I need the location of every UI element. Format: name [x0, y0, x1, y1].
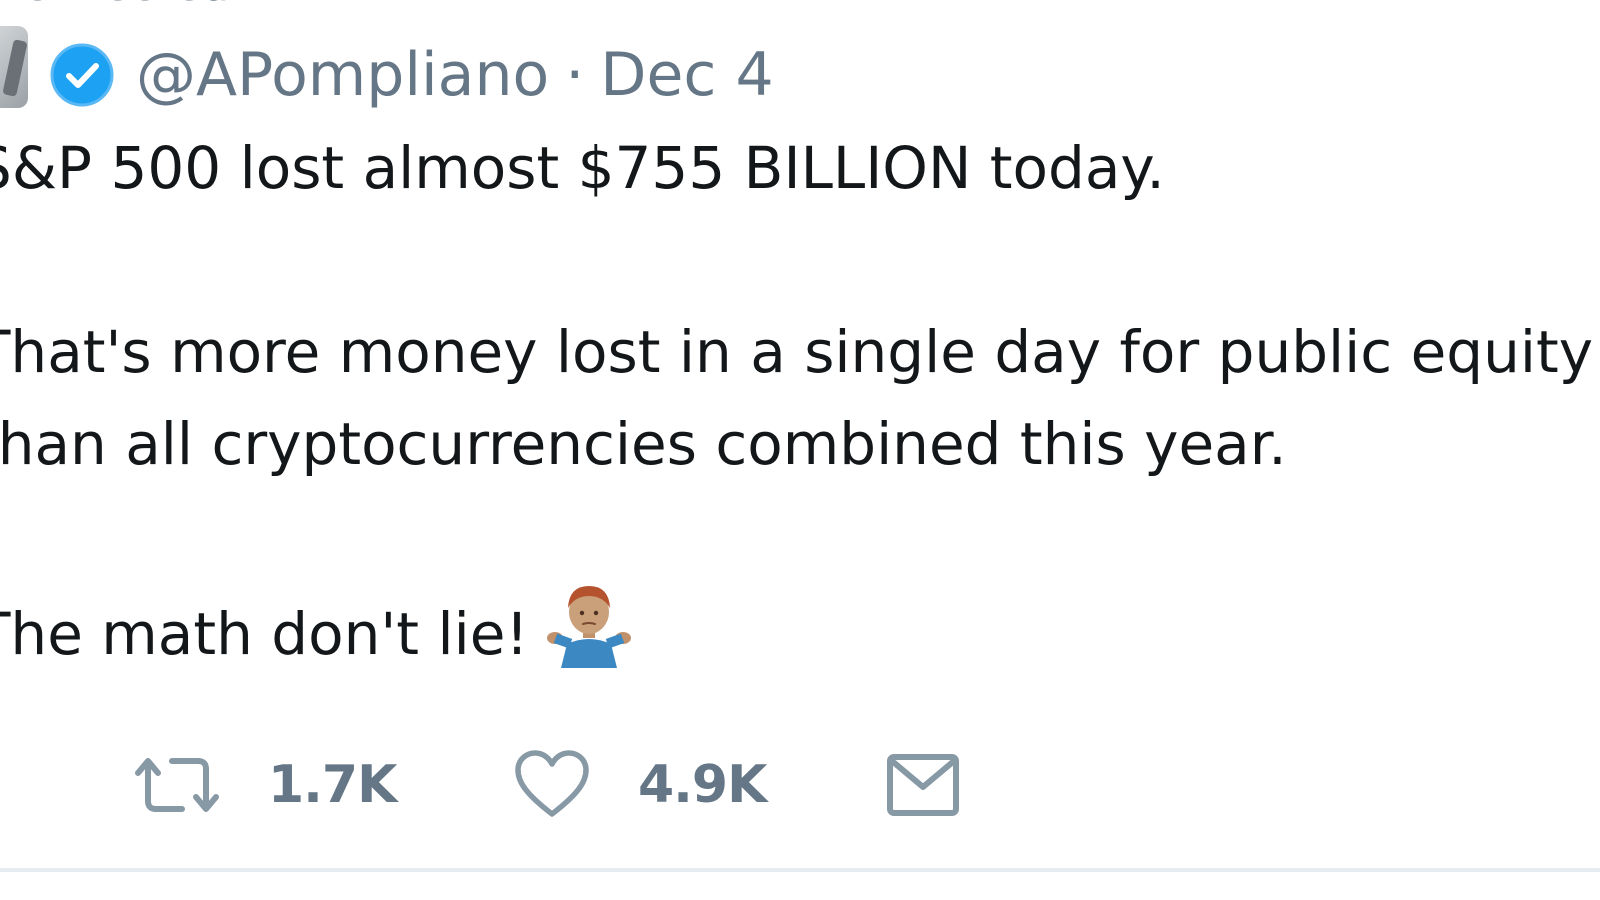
tweet-header: @APompliano · Dec 4: [50, 40, 774, 110]
tweet-date[interactable]: Dec 4: [600, 45, 773, 105]
retweeted-label: Retweeted: [0, 0, 229, 11]
tweet-line: [0, 214, 1600, 306]
person-shrugging-emoji: [546, 582, 631, 672]
direct-message-button[interactable]: [886, 740, 960, 830]
retweet-count: 1.7K: [268, 755, 397, 815]
user-handle[interactable]: @APompliano: [136, 45, 549, 105]
avatar[interactable]: [0, 26, 28, 108]
tweet-line: That's more money lost in a single day f…: [0, 318, 1600, 386]
tweet-card: Retweeted @APompliano · Dec 4 S&P 500 lo…: [0, 0, 1600, 900]
retweet-icon: [134, 753, 220, 817]
tweet-text: S&P 500 lost almost $755 BILLION today. …: [0, 122, 1600, 674]
like-count: 4.9K: [638, 755, 767, 815]
header-separator: ·: [565, 40, 585, 110]
tweet-line-text: The math don't lie!: [0, 600, 529, 668]
tweet-line-last: The math don't lie!: [0, 582, 1600, 674]
heart-icon: [514, 750, 590, 820]
retweet-button[interactable]: 1.7K: [134, 740, 397, 830]
verified-badge-icon: [50, 43, 114, 107]
tweet-line: [0, 490, 1600, 582]
tweet-line: than all cryptocurrencies combined this …: [0, 410, 1287, 478]
envelope-icon: [886, 751, 960, 819]
tweet-line: S&P 500 lost almost $755 BILLION today.: [0, 134, 1165, 202]
like-button[interactable]: 4.9K: [514, 740, 767, 830]
bottom-divider: [0, 868, 1600, 872]
tweet-actions: 1.7K 4.9K: [0, 740, 1600, 830]
